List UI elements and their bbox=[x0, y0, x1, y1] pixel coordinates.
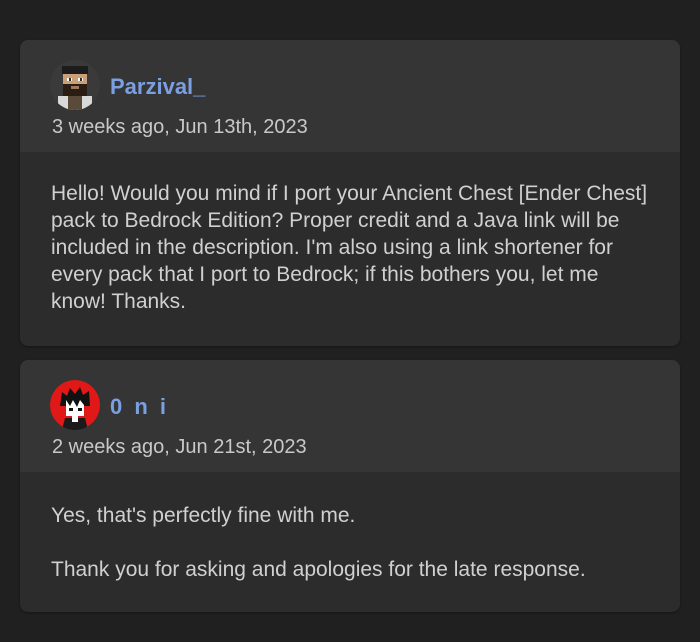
comment-card: 0 n i 2 weeks ago, Jun 21st, 2023 Yes, t… bbox=[20, 360, 680, 612]
pixel-bearded-man-avatar-icon bbox=[50, 60, 100, 110]
avatar[interactable] bbox=[50, 380, 100, 430]
comment-text: Thank you for asking and apologies for t… bbox=[51, 558, 586, 581]
username-link[interactable]: 0 n i bbox=[110, 394, 169, 420]
comment-text: Hello! Would you mind if I port your Anc… bbox=[51, 182, 648, 313]
comment-body: Hello! Would you mind if I port your Anc… bbox=[20, 152, 680, 315]
comment-timestamp: 2 weeks ago, Jun 21st, 2023 bbox=[52, 436, 307, 458]
comment-header: 0 n i 2 weeks ago, Jun 21st, 2023 bbox=[20, 360, 680, 472]
comment-card: Parzival_ 3 weeks ago, Jun 13th, 2023 He… bbox=[20, 40, 680, 346]
username-link[interactable]: Parzival_ bbox=[110, 74, 205, 100]
avatar[interactable] bbox=[50, 60, 100, 110]
red-anime-character-avatar-icon bbox=[50, 380, 100, 430]
comment-header: Parzival_ 3 weeks ago, Jun 13th, 2023 bbox=[20, 40, 680, 152]
comment-text: Yes, that's perfectly fine with me. bbox=[51, 504, 356, 527]
comment-body: Yes, that's perfectly fine with me. Than… bbox=[20, 472, 680, 583]
comment-timestamp: 3 weeks ago, Jun 13th, 2023 bbox=[52, 116, 308, 138]
